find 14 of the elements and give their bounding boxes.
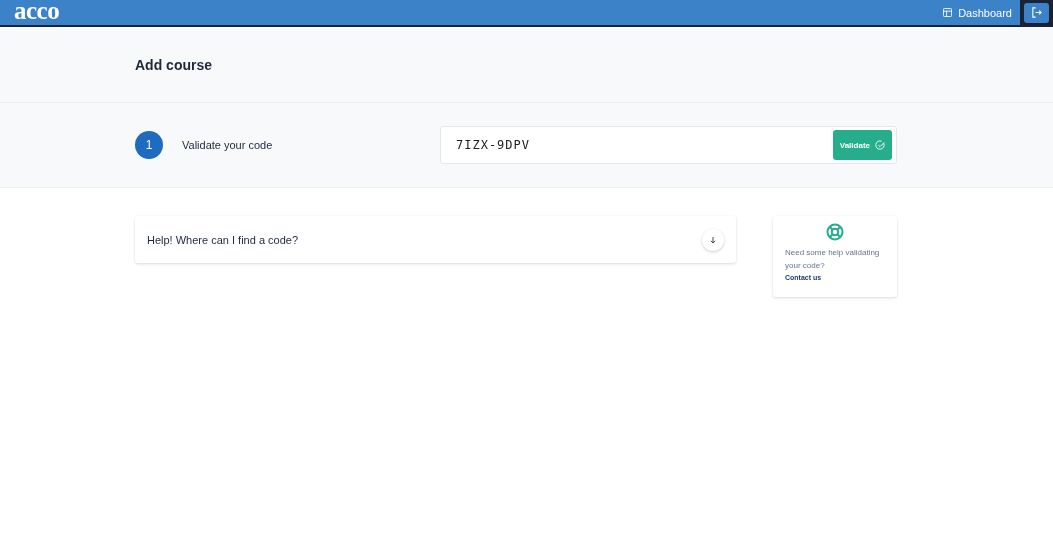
page-title: Add course — [135, 56, 212, 73]
code-field[interactable]: 7IZX-9DPV Validate — [440, 126, 897, 164]
step-label: Validate your code — [182, 139, 274, 151]
help-text: Need some help validating your code? — [785, 247, 881, 272]
lifebuoy-icon — [826, 223, 844, 241]
logout-icon — [1031, 7, 1042, 18]
logo: acco — [14, 0, 60, 23]
faq-question[interactable]: Help! Where can I find a code? — [147, 233, 299, 246]
layout-icon — [943, 8, 953, 17]
logout-button[interactable] — [1024, 2, 1049, 23]
step-number: 1 — [135, 131, 163, 159]
check-circle-icon — [875, 140, 885, 150]
dashboard-link[interactable]: Dashboard — [941, 6, 1014, 19]
arrow-down-icon — [709, 235, 717, 244]
